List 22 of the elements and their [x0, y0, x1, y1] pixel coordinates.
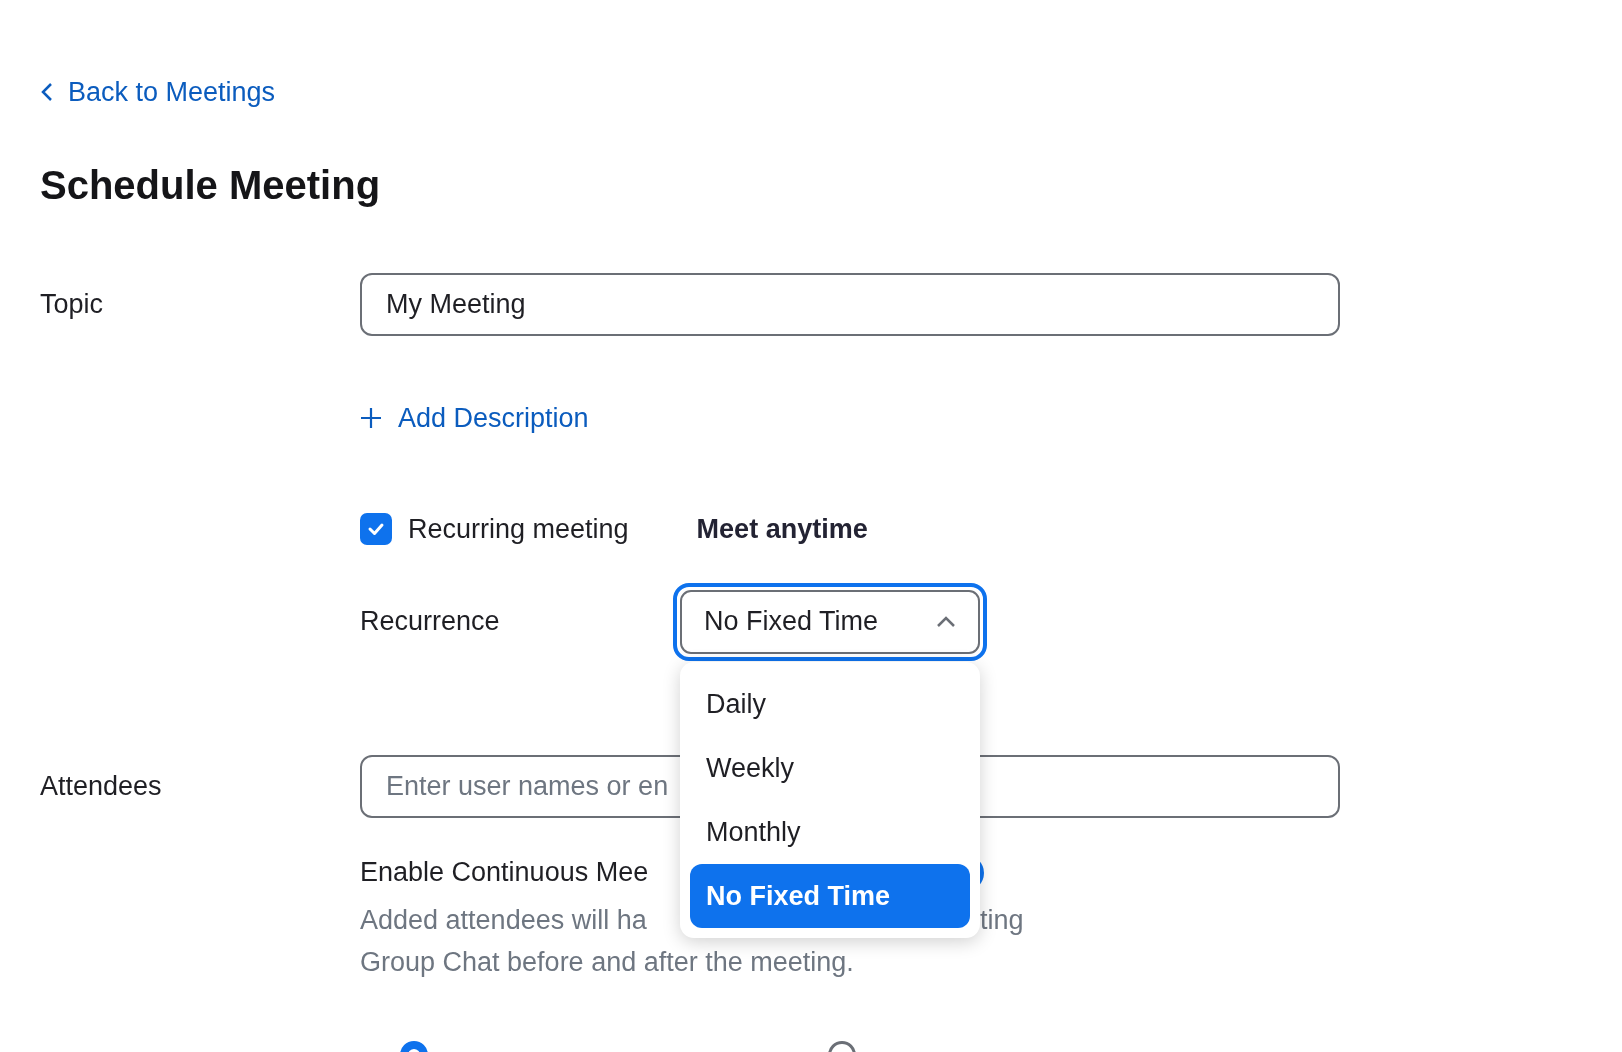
- attendees-label: Attendees: [40, 769, 163, 803]
- chevron-up-icon: [936, 615, 956, 628]
- topic-label: Topic: [40, 287, 105, 321]
- description-text: Group Chat before and after the meeting.: [360, 945, 855, 979]
- recurrence-option[interactable]: Weekly: [690, 736, 970, 800]
- topic-field[interactable]: My Meeting: [360, 272, 1340, 336]
- recurrence-option[interactable]: Monthly: [690, 800, 970, 864]
- plus-icon: [360, 406, 382, 429]
- chevron-left-icon: [40, 82, 54, 103]
- page-title: Schedule Meeting: [40, 161, 382, 209]
- recurrence-select[interactable]: No Fixed Time: [673, 582, 987, 661]
- add-description-link[interactable]: Add Description: [360, 397, 589, 438]
- description-text: ting: [980, 903, 1024, 937]
- recurrence-option[interactable]: Daily: [690, 672, 970, 736]
- back-link[interactable]: Back to Meetings: [40, 72, 276, 113]
- recurrence-label: Recurrence: [360, 605, 501, 639]
- meet-anytime-label: Meet anytime: [696, 513, 868, 546]
- recurring-checkbox[interactable]: [360, 513, 392, 546]
- recurring-label: Recurring meeting: [408, 513, 629, 546]
- continuous-chat-label: Enable Continuous Mee: [360, 856, 649, 890]
- description-text: Added attendees will ha: [360, 904, 647, 935]
- recurrence-option[interactable]: No Fixed Time: [690, 864, 970, 928]
